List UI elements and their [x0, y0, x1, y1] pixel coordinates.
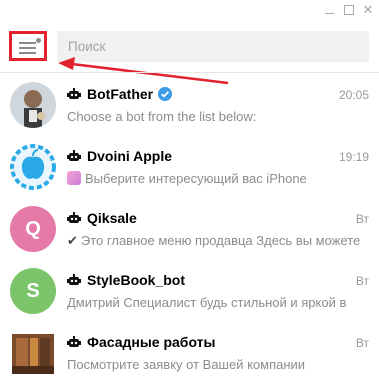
menu-icon-bar: [19, 52, 36, 54]
chat-time: 19:19: [338, 150, 369, 164]
bot-icon: [67, 150, 81, 161]
maximize-icon: [344, 5, 354, 15]
chat-preview: Это главное меню продавца Здесь вы может…: [80, 233, 361, 248]
bot-icon: [67, 336, 81, 347]
bot-icon: [67, 274, 81, 285]
chat-name: BotFather: [87, 86, 154, 102]
close-button[interactable]: ✕: [361, 3, 375, 17]
search-box[interactable]: [57, 31, 369, 62]
chat-title: BotFather: [67, 86, 173, 102]
bot-icon: [67, 212, 81, 223]
avatar: Q: [10, 206, 56, 252]
close-icon: ✕: [362, 2, 374, 17]
window-titlebar: ✕: [0, 0, 379, 22]
bot-icon: [67, 88, 81, 99]
notification-dot: [36, 38, 41, 43]
chat-time: Вт: [355, 336, 369, 350]
chat-preview: Посмотрите заявку от Вашей компании: [67, 357, 306, 372]
header-divider: [0, 72, 379, 73]
chat-item-qiksale[interactable]: Q Qiksale Вт ✔ Это главное меню продавца …: [0, 198, 379, 260]
chat-name: Dvoini Apple: [87, 148, 173, 164]
phone-emoji-icon: [67, 171, 81, 185]
search-input[interactable]: [68, 31, 358, 62]
minimize-icon: [324, 12, 334, 14]
verified-icon: [158, 87, 173, 101]
chat-title: Qiksale: [67, 210, 137, 226]
menu-icon-bar: [19, 47, 36, 49]
minimize-button[interactable]: [322, 3, 336, 17]
chat-preview: Дмитрий Специалист будь стильной и яркой…: [67, 295, 347, 310]
chat-title: StyleBook_bot: [67, 272, 185, 288]
chat-time: Вт: [355, 274, 369, 288]
chat-time: 20:05: [338, 88, 369, 102]
chat-item-botfather[interactable]: BotFather 20:05 Choose a bot from the li…: [0, 74, 379, 136]
chat-item-dvoini-apple[interactable]: Dvoini Apple 19:19 Выберите интересующий…: [0, 136, 379, 198]
chat-preview-row: ✔ Это главное меню продавца Здесь вы може…: [67, 233, 367, 249]
chat-preview-row: Выберите интересующий вас iPhone: [67, 171, 367, 186]
chat-name: StyleBook_bot: [87, 272, 186, 288]
chat-name: Qiksale: [87, 210, 137, 226]
chat-title: Dvoini Apple: [67, 148, 172, 164]
chat-item-stylebook[interactable]: S StyleBook_bot Вт Дмитрий Специалист бу…: [0, 260, 379, 322]
chat-preview: Choose a bot from the list below:: [67, 109, 257, 124]
check-icon: ✔: [67, 233, 78, 248]
avatar: S: [10, 268, 56, 314]
chat-title: Фасадные работы: [67, 334, 215, 350]
chat-item-facade-works[interactable]: Фасадные работы Вт Посмотрите заявку от …: [0, 322, 379, 384]
chat-name: Фасадные работы: [87, 334, 216, 350]
menu-icon: [19, 42, 36, 44]
avatar: [10, 330, 56, 376]
chat-preview: Выберите интересующий вас iPhone: [85, 171, 307, 186]
avatar: [10, 82, 56, 128]
maximize-button[interactable]: [342, 3, 356, 17]
avatar: [10, 144, 56, 190]
main-menu-button[interactable]: [9, 31, 47, 61]
chat-time: Вт: [355, 212, 369, 226]
